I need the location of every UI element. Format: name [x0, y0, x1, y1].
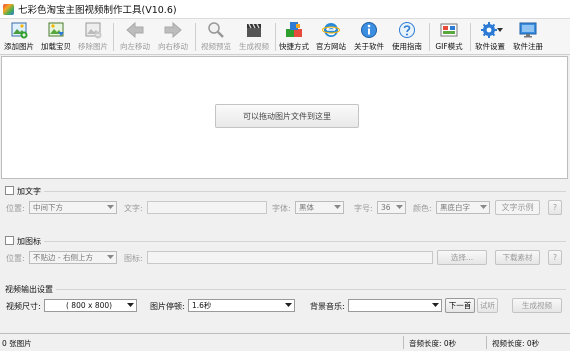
status-divider — [403, 336, 404, 349]
toolbar-separator — [113, 23, 114, 51]
add-text-checkbox[interactable] — [5, 186, 14, 195]
cubes-icon — [285, 21, 303, 39]
status-divider — [486, 336, 487, 349]
font-size-select[interactable]: 36 — [377, 201, 406, 214]
remove-image-icon — [84, 21, 102, 39]
audio-length-status: 音频长度: 0秒 — [409, 339, 457, 348]
video-size-label: 视频尺寸: — [6, 302, 41, 311]
magnifier-icon — [207, 21, 225, 39]
window-title: 七彩色淘宝主图视频制作工具(V10.6) — [18, 5, 177, 16]
guide-button[interactable]: 使用指南 — [389, 20, 425, 54]
listen-button[interactable]: 试听 — [477, 298, 498, 313]
text-content-label: 文字: — [124, 204, 143, 213]
toolbar: 添加图片 加载宝贝 移除图片 向左移动 向右移动 视频预览 生成视频 快捷方式 … — [0, 19, 570, 55]
about-button[interactable]: 关于软件 — [352, 20, 386, 54]
monitor-icon — [519, 21, 537, 39]
logo-position-select[interactable]: 不贴边 - 右侧上方 — [29, 251, 117, 264]
output-settings-title: 视频输出设置 — [5, 285, 53, 294]
logo-group-divider — [44, 241, 566, 242]
video-length-status: 视频长度: 0秒 — [492, 339, 540, 348]
add-text-label: 加文字 — [17, 187, 41, 196]
color-select[interactable]: 黑底白字 — [436, 201, 490, 214]
output-group-divider — [56, 289, 566, 290]
video-preview-button[interactable]: 视频预览 — [198, 20, 234, 54]
chevron-down-icon — [284, 301, 293, 310]
image-drop-zone[interactable]: 可以拖动图片文件到这里 — [1, 56, 568, 179]
image-pause-label: 图片停顿: — [150, 302, 185, 311]
generate-video-button[interactable]: 生成视频 — [512, 298, 562, 313]
drop-hint-button[interactable]: 可以拖动图片文件到这里 — [215, 104, 359, 128]
font-select[interactable]: 黑体 — [295, 201, 344, 214]
download-material-button[interactable]: 下载素材 — [495, 250, 540, 265]
background-music-select[interactable] — [348, 299, 442, 312]
background-music-label: 背景音乐: — [310, 302, 345, 311]
logo-path-input[interactable] — [147, 251, 433, 264]
add-image-icon — [10, 21, 28, 39]
choose-logo-button[interactable]: 选择... — [437, 250, 487, 265]
arrow-right-icon — [164, 21, 182, 39]
font-size-label: 字号: — [354, 204, 373, 213]
logo-help-button[interactable]: ? — [548, 250, 562, 265]
title-bar: 七彩色淘宝主图视频制作工具(V10.6) — [0, 0, 570, 19]
add-logo-checkbox[interactable] — [5, 236, 14, 245]
shortcut-button[interactable]: 快捷方式 — [277, 20, 311, 54]
chevron-down-icon — [126, 301, 135, 310]
app-logo-icon — [3, 3, 14, 15]
chevron-down-icon — [333, 203, 342, 212]
text-position-select[interactable]: 中间下方 — [29, 201, 117, 214]
register-button[interactable]: 软件注册 — [510, 20, 546, 54]
clapperboard-icon — [245, 21, 263, 39]
toolbar-separator — [275, 23, 276, 51]
help-globe-icon — [398, 21, 416, 39]
toolbar-separator — [429, 23, 430, 51]
arrow-left-icon — [126, 21, 144, 39]
settings-dropdown-arrow-icon[interactable] — [497, 26, 503, 32]
text-sample-button[interactable]: 文字示例 — [495, 200, 540, 215]
text-position-label: 位置: — [6, 204, 25, 213]
chevron-down-icon — [431, 301, 440, 310]
text-group-divider — [44, 191, 566, 192]
chevron-down-icon — [479, 203, 488, 212]
image-count-status: 0 张图片 — [2, 339, 32, 348]
chevron-down-icon — [106, 253, 115, 262]
info-icon — [360, 21, 378, 39]
color-label: 颜色: — [413, 204, 432, 213]
logo-icon-label: 图标: — [124, 254, 143, 263]
chevron-down-icon — [395, 203, 404, 212]
move-right-button[interactable]: 向右移动 — [155, 20, 191, 54]
internet-explorer-icon — [322, 21, 340, 39]
remove-image-button[interactable]: 移除图片 — [76, 20, 110, 54]
add-image-button[interactable]: 添加图片 — [2, 20, 36, 54]
toolbar-separator — [195, 23, 196, 51]
toolbar-separator — [470, 23, 471, 51]
chevron-down-icon — [106, 203, 115, 212]
next-track-button[interactable]: 下一首 — [445, 298, 475, 313]
gif-mode-button[interactable]: GIF模式 — [432, 20, 466, 54]
move-left-button[interactable]: 向左移动 — [117, 20, 153, 54]
official-site-button[interactable]: 官方网站 — [313, 20, 349, 54]
font-label: 字体: — [272, 204, 291, 213]
generate-video-toolbar-button[interactable]: 生成视频 — [236, 20, 272, 54]
gif-film-icon — [440, 21, 458, 39]
logo-position-label: 位置: — [6, 254, 25, 263]
text-help-button[interactable]: ? — [548, 200, 562, 215]
add-logo-label: 加图标 — [17, 237, 41, 246]
load-item-icon — [47, 21, 65, 39]
status-bar: 0 张图片 音频长度: 0秒 视频长度: 0秒 — [0, 333, 570, 351]
video-size-select[interactable]: ( 800 x 800) — [44, 299, 137, 312]
text-content-input[interactable] — [147, 201, 267, 214]
load-item-button[interactable]: 加载宝贝 — [39, 20, 73, 54]
image-pause-select[interactable]: 1.6秒 — [188, 299, 295, 312]
